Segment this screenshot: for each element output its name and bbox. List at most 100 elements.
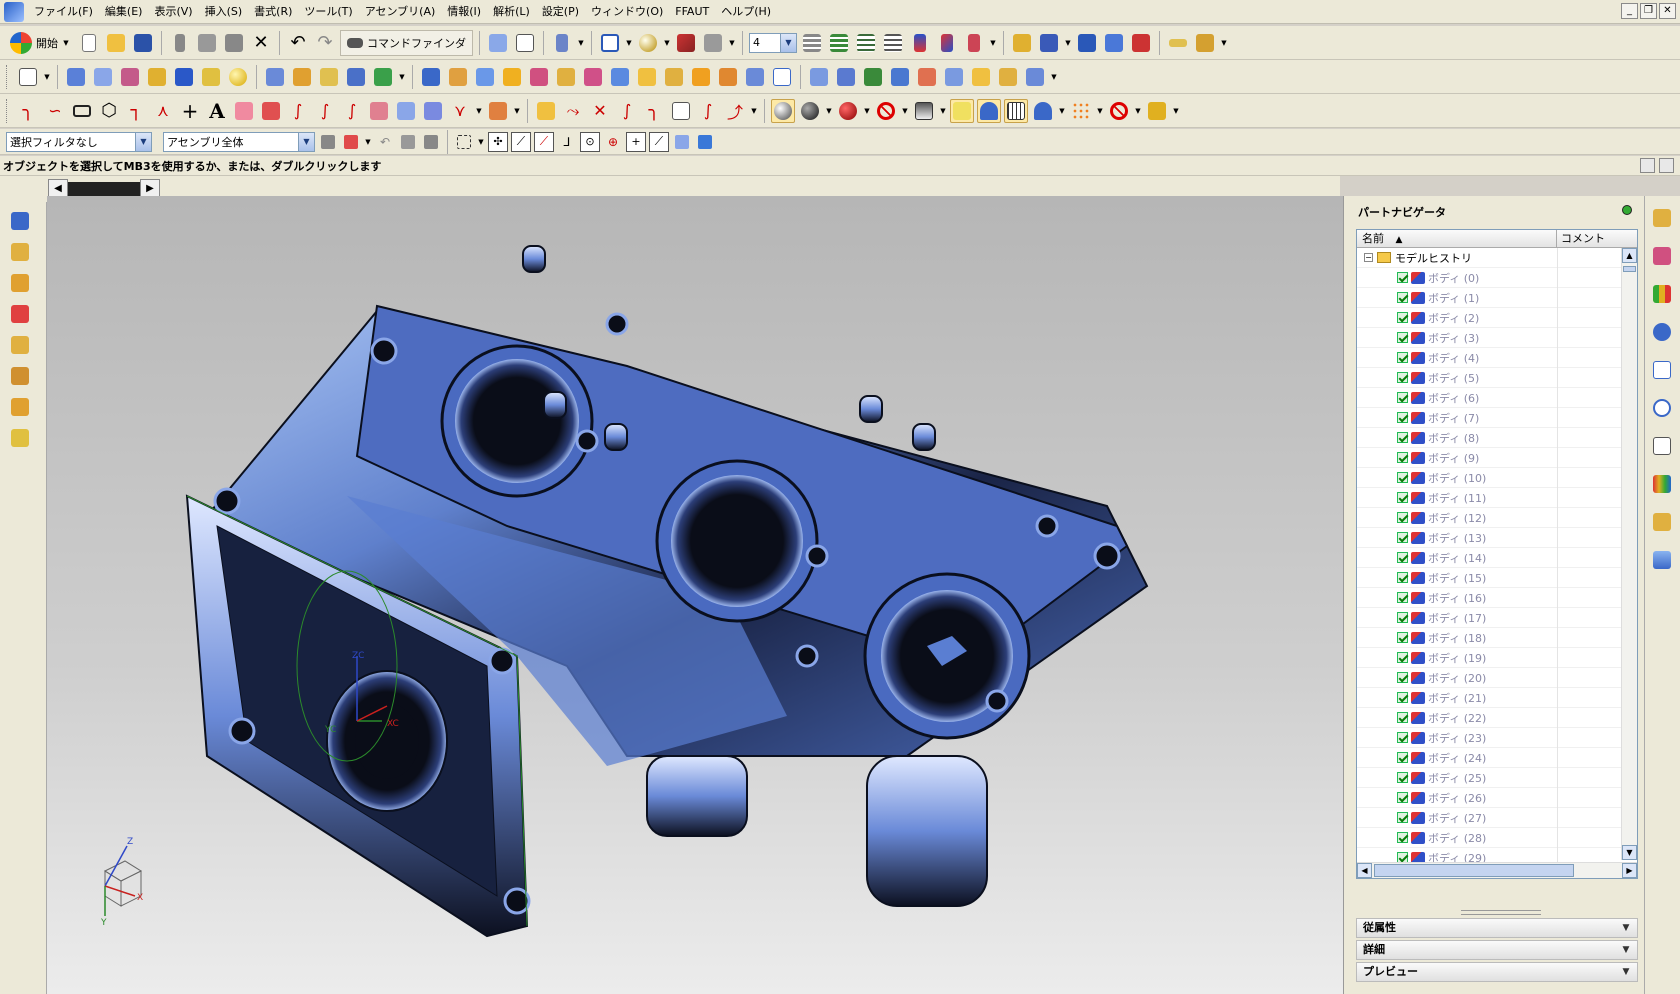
chevron-down-icon[interactable]: ▼ (1172, 107, 1180, 115)
chevron-down-icon[interactable]: ▼ (298, 132, 314, 151)
intersect-curve-icon[interactable] (394, 99, 418, 123)
section-curve-icon[interactable] (421, 99, 445, 123)
wcs-dynamic-icon[interactable] (935, 31, 959, 55)
checkbox-icon[interactable] (1397, 752, 1408, 763)
open-folder-icon[interactable] (104, 31, 128, 55)
column-header-comment[interactable]: コメント (1557, 230, 1637, 247)
curve-on-surface-icon[interactable] (232, 99, 256, 123)
user-view-icon[interactable] (977, 98, 1001, 123)
roles-tab-icon[interactable] (1650, 510, 1674, 534)
layer-combo[interactable]: 4 ▼ (749, 32, 797, 53)
revolve-icon[interactable] (91, 65, 115, 89)
snap-intersection-icon[interactable]: ⅃ (557, 132, 577, 152)
snap-existing-icon[interactable]: + (626, 131, 646, 152)
status-filter-icon[interactable] (1640, 158, 1655, 173)
command-finder-button[interactable]: コマンドファインダ (340, 29, 473, 56)
panel-splitter[interactable] (1461, 910, 1541, 915)
divide-curve-icon[interactable]: ∫ (615, 99, 639, 123)
prohibit-icon[interactable] (1107, 99, 1131, 123)
tree-row-body[interactable]: ボディ (13) (1357, 528, 1637, 548)
checkbox-icon[interactable] (1397, 652, 1408, 663)
checkbox-icon[interactable] (1397, 732, 1408, 743)
replace-face-icon[interactable] (716, 65, 740, 89)
tree-row-body[interactable]: ボディ (21) (1357, 688, 1637, 708)
checkbox-icon[interactable] (1397, 552, 1408, 563)
replace-component-icon[interactable] (8, 333, 32, 357)
emboss-icon[interactable] (344, 65, 368, 89)
sew-icon[interactable] (996, 65, 1020, 89)
boss-icon[interactable] (263, 65, 287, 89)
shaded-icon[interactable] (798, 99, 822, 123)
checkbox-icon[interactable] (1397, 612, 1408, 623)
selection-scope-combo[interactable]: アセンブリ全体 ▼ (163, 131, 315, 152)
pattern-icon[interactable] (199, 65, 223, 89)
component-add-icon[interactable] (8, 240, 32, 264)
hole-icon[interactable] (145, 65, 169, 89)
tree-root-row[interactable]: − モデルヒストリ (1357, 248, 1637, 268)
model-canvas[interactable]: ZC YC XC Z X Y (47, 196, 1343, 994)
chevron-down-icon[interactable]: ▼ (364, 138, 372, 146)
analysis-icon[interactable] (1010, 31, 1034, 55)
general-select-icon[interactable] (341, 132, 361, 152)
checkbox-icon[interactable] (1397, 592, 1408, 603)
menu-item[interactable]: 設定(P) (536, 1, 585, 23)
trimmed-sheet-icon[interactable] (1023, 65, 1047, 89)
array-component-icon[interactable] (8, 395, 32, 419)
start-button[interactable]: 開始 ▼ (6, 30, 74, 56)
extension-icon[interactable] (942, 65, 966, 89)
tree-row-body[interactable]: ボディ (11) (1357, 488, 1637, 508)
chevron-down-icon[interactable]: ▼ (1064, 39, 1072, 47)
tree-row-body[interactable]: ボディ (12) (1357, 508, 1637, 528)
snap-control-icon[interactable]: ⟋ (534, 131, 554, 152)
section-dependencies[interactable]: 従属性 ▼ (1356, 918, 1638, 938)
selection-icon[interactable] (550, 31, 574, 55)
menu-item[interactable]: アセンブリ(A) (359, 1, 442, 23)
layer-visible-icon[interactable] (827, 31, 851, 55)
tree-row-body[interactable]: ボディ (10) (1357, 468, 1637, 488)
blend-icon[interactable] (500, 65, 524, 89)
collapse-icon[interactable]: − (1364, 253, 1373, 262)
chevron-down-icon[interactable]: ▼ (1618, 920, 1634, 936)
role-icon[interactable] (1031, 99, 1055, 123)
snap-midpoint-icon[interactable]: ⟋ (511, 131, 531, 152)
checkbox-icon[interactable] (1397, 332, 1408, 343)
section-preview[interactable]: プレビュー ▼ (1356, 962, 1638, 982)
tree-row-body[interactable]: ボディ (19) (1357, 648, 1637, 668)
offset-face-icon[interactable] (446, 65, 470, 89)
tree-row-body[interactable]: ボディ (16) (1357, 588, 1637, 608)
system-materials-tab-icon[interactable] (1650, 434, 1674, 458)
point-sheet-icon[interactable] (1129, 31, 1153, 55)
tree-row-body[interactable]: ボディ (26) (1357, 788, 1637, 808)
chevron-down-icon[interactable]: ▼ (1618, 942, 1634, 958)
checkbox-icon[interactable] (1397, 272, 1408, 283)
sketch-icon[interactable] (16, 65, 40, 89)
tree-row-body[interactable]: ボディ (8) (1357, 428, 1637, 448)
scroll-left-icon[interactable]: ◀ (1357, 863, 1372, 878)
scroll-right-icon[interactable]: ▶ (1622, 863, 1637, 878)
arc-icon[interactable]: ╮ (16, 99, 40, 123)
status-window-icon[interactable] (1659, 158, 1674, 173)
mate-icon[interactable] (8, 271, 32, 295)
save-icon[interactable] (131, 31, 155, 55)
checkbox-icon[interactable] (1397, 292, 1408, 303)
snap-quadrant-icon[interactable]: ⊕ (603, 132, 623, 152)
scroll-up-icon[interactable]: ▲ (1622, 248, 1637, 263)
reposition-icon[interactable] (8, 364, 32, 388)
background-icon[interactable] (912, 99, 936, 123)
undo-select-icon[interactable]: ↶ (375, 132, 395, 152)
menu-item[interactable]: FFAUT (669, 1, 715, 23)
swept-surface-icon[interactable] (888, 65, 912, 89)
chevron-down-icon[interactable]: ▼ (1220, 39, 1228, 47)
grid-icon[interactable] (1004, 98, 1028, 123)
thicken-icon[interactable] (419, 65, 443, 89)
split-body-icon[interactable] (608, 65, 632, 89)
intersect-icon[interactable] (689, 65, 713, 89)
menu-item[interactable]: ファイル(F) (28, 1, 99, 23)
ruler-icon[interactable] (1166, 31, 1190, 55)
slot-icon[interactable] (371, 65, 395, 89)
pad-icon[interactable] (290, 65, 314, 89)
offset-curve-icon[interactable] (259, 99, 283, 123)
redo-icon[interactable]: ↷ (313, 31, 337, 55)
rectangle-icon[interactable] (70, 99, 94, 123)
tree-row-body[interactable]: ボディ (3) (1357, 328, 1637, 348)
